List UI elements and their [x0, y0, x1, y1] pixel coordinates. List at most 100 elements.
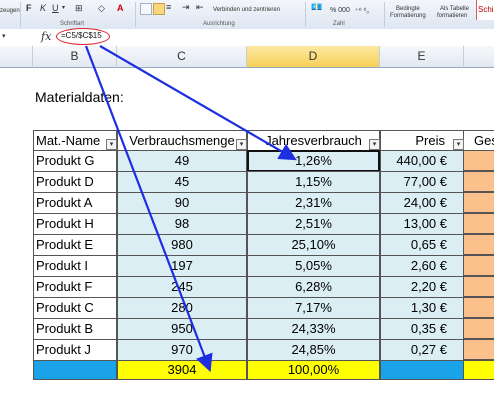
- cell-name[interactable]: Produkt B: [33, 318, 117, 340]
- cell-qty[interactable]: 49: [117, 150, 247, 172]
- cell-name[interactable]: Produkt J: [33, 339, 117, 361]
- cell-name[interactable]: Produkt G: [33, 150, 117, 172]
- separator: [305, 2, 306, 27]
- cell-pct[interactable]: 2,51%: [247, 213, 380, 235]
- table-format-label-1[interactable]: Als Tabelle: [440, 6, 469, 12]
- cell-extra[interactable]: [464, 150, 494, 171]
- align-left-button[interactable]: [140, 3, 152, 15]
- header-mat-name[interactable]: Mat.-Name: [33, 130, 117, 152]
- outdent-icon[interactable]: ⇤: [196, 2, 204, 13]
- align-right-icon[interactable]: ≡: [166, 2, 171, 12]
- ribbon: zeugen F K U ▾ ⊞ ◇ A Schriftart ≡ ⇥ ⇤ Ve…: [0, 0, 494, 30]
- total-extra-cell[interactable]: [464, 360, 494, 380]
- currency-format-icon[interactable]: 💶: [311, 2, 322, 13]
- cell-name[interactable]: Produkt F: [33, 276, 117, 298]
- cell-price[interactable]: 2,20 €: [380, 276, 464, 298]
- cell-qty[interactable]: 45: [117, 171, 247, 193]
- cell-name[interactable]: Produkt E: [33, 234, 117, 256]
- cell-price[interactable]: 24,00 €: [380, 192, 464, 214]
- cell-extra[interactable]: [464, 171, 494, 192]
- cell-qty[interactable]: 970: [117, 339, 247, 361]
- cell-pct[interactable]: 24,85%: [247, 339, 380, 361]
- cell-price[interactable]: 13,00 €: [380, 213, 464, 235]
- total-price-cell[interactable]: [380, 360, 464, 380]
- cell-qty[interactable]: 90: [117, 192, 247, 214]
- ribbon-left-label: zeugen: [0, 8, 20, 14]
- separator: [384, 2, 385, 27]
- cell-name[interactable]: Produkt H: [33, 213, 117, 235]
- merge-center-button[interactable]: Verbinden und zentrieren: [213, 7, 280, 13]
- column-header-d[interactable]: D: [247, 46, 380, 68]
- table-format-label-2[interactable]: formatieren: [437, 13, 467, 19]
- total-label-cell[interactable]: [33, 360, 117, 380]
- header-verbrauchsmenge[interactable]: Verbrauchsmenge: [117, 130, 247, 152]
- cond-format-label-2[interactable]: Formatierung: [390, 13, 426, 19]
- header-extra[interactable]: Ges: [464, 130, 494, 152]
- column-header-f[interactable]: [464, 46, 494, 68]
- total-qty[interactable]: 3904: [117, 360, 247, 380]
- cell-qty[interactable]: 950: [117, 318, 247, 340]
- cell-extra[interactable]: [464, 339, 494, 360]
- cell-name[interactable]: Produkt A: [33, 192, 117, 214]
- cell-name[interactable]: Produkt I: [33, 255, 117, 277]
- cell-price[interactable]: 0,35 €: [380, 318, 464, 340]
- cell-pct[interactable]: 7,17%: [247, 297, 380, 319]
- cell-pct[interactable]: 24,33%: [247, 318, 380, 340]
- cell-extra[interactable]: [464, 192, 494, 213]
- cell-styles-button[interactable]: Schi: [476, 0, 494, 20]
- cond-format-label-1[interactable]: Bedingte: [396, 6, 420, 12]
- filter-dropdown-icon[interactable]: ▾: [369, 139, 380, 150]
- bold-icon[interactable]: F: [26, 3, 32, 13]
- cell-qty[interactable]: 245: [117, 276, 247, 298]
- cell-qty[interactable]: 98: [117, 213, 247, 235]
- cell-name[interactable]: Produkt D: [33, 171, 117, 193]
- cell-extra[interactable]: [464, 276, 494, 297]
- cell-extra[interactable]: [464, 255, 494, 276]
- italic-icon[interactable]: K: [40, 3, 46, 13]
- cell-qty[interactable]: 197: [117, 255, 247, 277]
- align-center-button[interactable]: [153, 3, 165, 15]
- number-format-icons[interactable]: % 000: [330, 7, 350, 14]
- cell-price[interactable]: 0,65 €: [380, 234, 464, 256]
- underline-icon[interactable]: U: [52, 3, 59, 13]
- cell-pct[interactable]: 25,10%: [247, 234, 380, 256]
- cell-price[interactable]: 77,00 €: [380, 171, 464, 193]
- column-header-gutter: [0, 46, 33, 68]
- cell-pct[interactable]: 1,15%: [247, 171, 380, 193]
- name-box-dropdown-icon[interactable]: ▾: [2, 32, 6, 40]
- cell-price[interactable]: 0,27 €: [380, 339, 464, 361]
- cell-pct[interactable]: 2,31%: [247, 192, 380, 214]
- cell-price[interactable]: 440,00 €: [380, 150, 464, 172]
- cell-extra[interactable]: [464, 318, 494, 339]
- header-jahresverbrauch[interactable]: Jahresverbrauch: [247, 130, 380, 152]
- filter-dropdown-icon[interactable]: ▾: [453, 139, 464, 150]
- column-header-b[interactable]: B: [33, 46, 117, 68]
- section-title: Materialdaten:: [35, 89, 124, 105]
- font-color-icon[interactable]: A: [117, 3, 124, 13]
- cell-name[interactable]: Produkt C: [33, 297, 117, 319]
- header-preis[interactable]: Preis: [380, 130, 464, 152]
- cell-qty[interactable]: 980: [117, 234, 247, 256]
- cell-price[interactable]: 2,60 €: [380, 255, 464, 277]
- formula-bar: ▾ fx =C5/$C$15: [0, 28, 494, 47]
- fx-icon[interactable]: fx: [41, 30, 51, 43]
- formula-input[interactable]: =C5/$C$15: [61, 31, 102, 40]
- filter-dropdown-icon[interactable]: ▾: [106, 139, 117, 150]
- fill-color-icon[interactable]: ◇: [98, 3, 105, 14]
- cell-extra[interactable]: [464, 234, 494, 255]
- total-pct[interactable]: 100,00%: [247, 360, 380, 380]
- underline-dropdown-icon[interactable]: ▾: [62, 4, 65, 11]
- cell-pct[interactable]: 5,05%: [247, 255, 380, 277]
- filter-dropdown-icon[interactable]: ▾: [236, 139, 247, 150]
- cell-extra[interactable]: [464, 213, 494, 234]
- cell-qty[interactable]: 280: [117, 297, 247, 319]
- cell-price[interactable]: 1,30 €: [380, 297, 464, 319]
- column-header-e[interactable]: E: [380, 46, 464, 68]
- cell-extra[interactable]: [464, 297, 494, 318]
- indent-icon[interactable]: ⇥: [182, 2, 190, 13]
- decimals-icons[interactable]: ⁺⁰ ⁰₀: [355, 7, 369, 15]
- cell-pct[interactable]: 6,28%: [247, 276, 380, 298]
- cell-pct-selected[interactable]: 1,26%: [247, 150, 380, 172]
- border-icon[interactable]: ⊞: [75, 3, 83, 14]
- column-header-c[interactable]: C: [117, 46, 247, 68]
